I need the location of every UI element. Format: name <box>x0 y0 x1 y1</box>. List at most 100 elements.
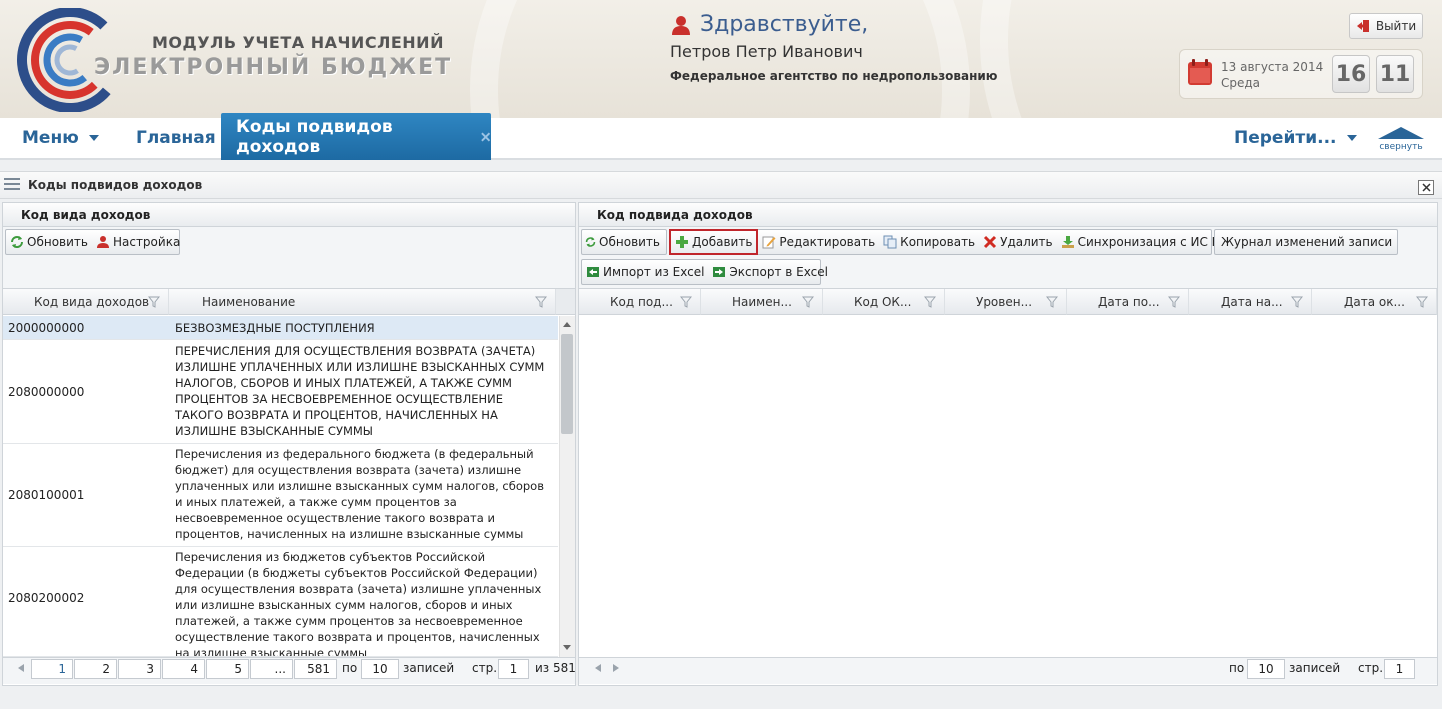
nav-home[interactable]: Главная <box>136 118 216 158</box>
refresh-icon <box>585 237 596 247</box>
filter-icon[interactable] <box>802 296 814 308</box>
col-date-end[interactable]: Дата ок... <box>1312 289 1437 315</box>
user-icon <box>672 16 690 35</box>
right-panel-header: Код подвида доходов <box>578 202 1438 227</box>
delete-icon <box>984 235 997 249</box>
col-name[interactable]: Наимен... <box>701 289 823 315</box>
page-link-5[interactable]: 5 <box>206 659 249 679</box>
copy-label: Копировать <box>900 235 976 249</box>
chevron-down-icon <box>1346 135 1357 141</box>
add-button[interactable]: Добавить <box>669 229 759 255</box>
page-number-input[interactable]: 1 <box>498 659 529 679</box>
date-display: 13 августа 2014 Среда <box>1221 59 1323 91</box>
table-row[interactable]: 2080200002 Перечисления из бюджетов субъ… <box>3 547 558 657</box>
total-pages-label: из 581 <box>535 661 576 675</box>
per-page-label: по <box>1229 661 1245 675</box>
import-excel-label: Импорт из Excel <box>603 265 705 279</box>
nav-menu-label: Меню <box>22 128 79 148</box>
row-name: Перечисления из федерального бюджета (в … <box>175 447 544 541</box>
col-date-from[interactable]: Дата по... <box>1067 289 1189 315</box>
scroll-down-icon[interactable] <box>562 644 572 652</box>
left-panel-title: Код вида доходов <box>21 207 151 222</box>
refresh-icon <box>11 236 23 248</box>
journal-button[interactable]: Журнал изменений записи <box>1214 229 1398 255</box>
logo-title-line1: МОДУЛЬ УЧЕТА НАЧИСЛЕНИЙ <box>152 33 444 52</box>
right-toolbar-group: Добавить Редактировать Копировать Удалит… <box>669 229 1238 255</box>
edit-button[interactable]: Редактировать <box>758 229 879 255</box>
user-name: Петров Петр Иванович <box>670 42 863 61</box>
import-excel-button[interactable]: Импорт из Excel <box>582 259 708 285</box>
clock-hours: 16 <box>1332 55 1370 93</box>
close-panel-button[interactable] <box>1418 180 1434 195</box>
col-level[interactable]: Уровен... <box>945 289 1067 315</box>
copy-button[interactable]: Копировать <box>879 229 979 255</box>
col-label: Код под... <box>610 294 673 309</box>
left-toolbar-group: Обновить Настройка <box>5 229 180 255</box>
edit-label: Редактировать <box>779 235 876 249</box>
col-label: Код ОК... <box>854 294 912 309</box>
filter-icon[interactable] <box>1416 296 1428 308</box>
page-link-1[interactable]: 1 <box>31 659 73 679</box>
logout-icon <box>1356 20 1369 32</box>
per-page-input[interactable]: 10 <box>1247 659 1285 679</box>
table-row[interactable]: 2080000000 ПЕРЕЧИСЛЕНИЯ ДЛЯ ОСУЩЕСТВЛЕНИ… <box>3 341 558 444</box>
page-link-last[interactable]: 581 <box>294 659 337 679</box>
logout-button[interactable]: Выйти <box>1349 13 1423 39</box>
collapse-header-button[interactable]: свернуть <box>1376 125 1426 155</box>
left-settings-button[interactable]: Настройка <box>92 229 184 255</box>
logo-title-line2: ЭЛЕКТРОННЫЙ БЮДЖЕТ <box>94 55 453 80</box>
nav-menu[interactable]: Меню <box>22 118 99 158</box>
prev-page-icon[interactable] <box>17 663 25 673</box>
nav-goto[interactable]: Перейти... <box>1234 118 1357 158</box>
filter-icon[interactable] <box>148 296 160 308</box>
edit-icon <box>762 236 776 249</box>
next-page-icon[interactable] <box>612 663 620 673</box>
left-refresh-label: Обновить <box>27 235 88 249</box>
page-number-input[interactable]: 1 <box>1384 659 1415 679</box>
export-excel-button[interactable]: Экспорт в Excel <box>708 259 832 285</box>
right-panel-title: Код подвида доходов <box>597 207 753 222</box>
per-page-input[interactable]: 10 <box>361 659 399 679</box>
page-link-3[interactable]: 3 <box>118 659 161 679</box>
table-row[interactable]: 2000000000 БЕЗВОЗМЕЗДНЫЕ ПОСТУПЛЕНИЯ <box>3 316 558 340</box>
scroll-up-icon[interactable] <box>562 320 572 328</box>
col-label: Дата ок... <box>1344 294 1405 309</box>
filter-icon[interactable] <box>1046 296 1058 308</box>
export-excel-label: Экспорт в Excel <box>729 265 828 279</box>
col-name[interactable]: Наименование <box>169 289 556 315</box>
right-refresh-button[interactable]: Обновить <box>581 229 667 255</box>
row-code: 2000000000 <box>8 321 85 335</box>
tab-income-subtype-codes[interactable]: Коды подвидов доходов <box>221 113 491 160</box>
col-label: Дата на... <box>1221 294 1283 309</box>
row-code: 2080000000 <box>8 385 85 399</box>
panel-title-bar <box>0 171 1442 199</box>
col-label: Код вида доходов <box>34 294 150 309</box>
col-subtype-code[interactable]: Код под... <box>579 289 701 315</box>
row-name: БЕЗВОЗМЕЗДНЫЕ ПОСТУПЛЕНИЯ <box>175 321 375 335</box>
settings-user-icon <box>96 236 109 248</box>
col-income-type-code[interactable]: Код вида доходов <box>3 289 169 315</box>
page-ellipsis[interactable]: ... <box>250 659 293 679</box>
filter-icon[interactable] <box>1291 296 1303 308</box>
agency-name: Федеральное агентство по недропользовани… <box>670 69 998 83</box>
right-table-body <box>579 316 1437 657</box>
filter-icon[interactable] <box>535 296 547 308</box>
page-link-4[interactable]: 4 <box>162 659 205 679</box>
left-scrollbar-thumb[interactable] <box>561 334 573 434</box>
col-ok-code[interactable]: Код ОК... <box>823 289 945 315</box>
page-link-2[interactable]: 2 <box>74 659 117 679</box>
plus-icon <box>676 236 688 248</box>
left-refresh-button[interactable]: Обновить <box>6 229 92 255</box>
excel-export-icon <box>713 267 726 277</box>
filter-icon[interactable] <box>924 296 936 308</box>
add-label: Добавить <box>692 235 753 249</box>
col-label: Наимен... <box>732 294 792 309</box>
table-row[interactable]: 2080100001 Перечисления из федерального … <box>3 444 558 547</box>
filter-icon[interactable] <box>1168 296 1180 308</box>
delete-button[interactable]: Удалить <box>979 229 1057 255</box>
filter-icon[interactable] <box>680 296 692 308</box>
date-value: 13 августа 2014 <box>1221 60 1324 74</box>
col-date-start[interactable]: Дата на... <box>1189 289 1312 315</box>
close-tab-icon[interactable] <box>480 131 491 143</box>
prev-page-icon[interactable] <box>594 663 602 673</box>
